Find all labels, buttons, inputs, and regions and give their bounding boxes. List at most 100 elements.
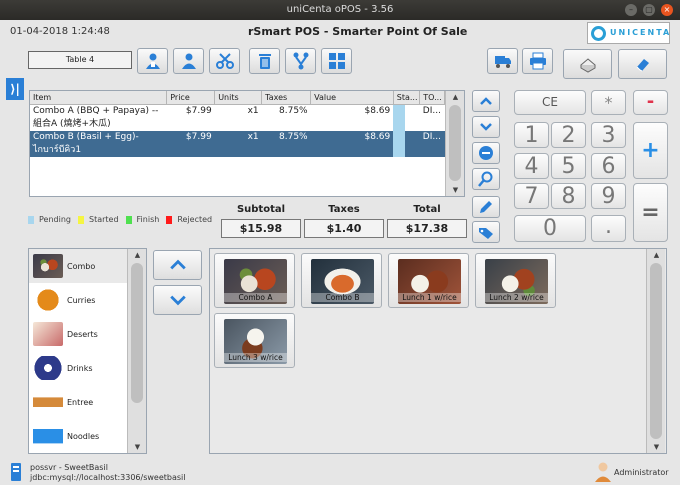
digit-3-key[interactable]: 3 bbox=[591, 122, 626, 148]
rejected-label: Rejected bbox=[177, 215, 213, 224]
product-scrollbar[interactable]: ▲ ▼ bbox=[646, 249, 665, 453]
scroll-thumb[interactable] bbox=[131, 263, 143, 403]
value-cell: $8.69 bbox=[364, 105, 391, 116]
deserts-thumbnail bbox=[33, 322, 63, 346]
window-title: uniCenta oPOS - 3.56 bbox=[286, 4, 394, 15]
ticket-scrollbar[interactable]: ▲ ▼ bbox=[445, 91, 464, 196]
col-value[interactable]: Value bbox=[310, 91, 394, 105]
col-taxes[interactable]: Taxes bbox=[261, 91, 312, 105]
to-cell: DI... bbox=[422, 105, 441, 116]
ce-key[interactable]: CE bbox=[514, 90, 586, 115]
taxes-value: $1.40 bbox=[304, 219, 384, 238]
product-combo-b[interactable]: Combo B bbox=[301, 253, 382, 308]
product-lunch-2[interactable]: Lunch 2 w/rice bbox=[475, 253, 556, 308]
finish-label: Finish bbox=[136, 215, 160, 224]
jdbc-label: jdbc:mysql://localhost:3306/sweetbasil bbox=[30, 473, 186, 482]
taxes-cell: 8.75% bbox=[279, 105, 308, 116]
digit-8-key[interactable]: 8 bbox=[551, 183, 586, 209]
server-label: possvr - SweetBasil bbox=[30, 463, 108, 472]
finish-swatch bbox=[125, 215, 132, 224]
digit-2-key[interactable]: 2 bbox=[551, 122, 586, 148]
product-lunch-1[interactable]: Lunch 1 w/rice bbox=[388, 253, 469, 308]
app-header: 01-04-2018 1:24:48 rSmart POS - Smarter … bbox=[0, 20, 680, 44]
sidebar-toggle-button[interactable]: ⟩| bbox=[6, 78, 24, 100]
scroll-up-icon[interactable]: ▲ bbox=[128, 249, 146, 261]
plus-key[interactable]: + bbox=[633, 122, 668, 179]
digit-6-key[interactable]: 6 bbox=[591, 153, 626, 179]
digit-0-key[interactable]: 0 bbox=[514, 215, 586, 242]
minimize-button[interactable]: – bbox=[625, 4, 637, 16]
digit-4-key[interactable]: 4 bbox=[514, 153, 549, 179]
maximize-button[interactable]: ▢ bbox=[643, 4, 655, 16]
line-up-button[interactable] bbox=[472, 90, 500, 112]
cash-drawer-icon bbox=[579, 58, 596, 73]
tables-button[interactable] bbox=[321, 48, 352, 74]
category-scrollbar[interactable]: ▲ ▼ bbox=[127, 249, 146, 453]
scroll-thumb[interactable] bbox=[449, 105, 461, 181]
item-name: Combo A (BBQ + Papaya) -- bbox=[33, 105, 159, 116]
scroll-down-icon[interactable]: ▼ bbox=[128, 441, 146, 453]
print-button[interactable] bbox=[522, 48, 553, 74]
eraser-icon bbox=[636, 59, 649, 72]
grid-icon bbox=[328, 53, 345, 69]
category-down-button[interactable] bbox=[153, 285, 202, 315]
scroll-thumb[interactable] bbox=[650, 263, 662, 439]
scroll-up-icon[interactable]: ▲ bbox=[647, 249, 666, 261]
equals-key[interactable]: = bbox=[633, 183, 668, 242]
entree-thumbnail bbox=[33, 390, 63, 414]
decimal-key[interactable]: . bbox=[591, 215, 626, 242]
line-down-button[interactable] bbox=[472, 116, 500, 138]
pending-status-indicator bbox=[393, 130, 406, 157]
minus-key[interactable]: - bbox=[633, 90, 668, 115]
product-combo-a[interactable]: Combo A bbox=[214, 253, 295, 308]
user-label[interactable]: Administrator bbox=[614, 468, 669, 477]
col-to[interactable]: TO... bbox=[419, 91, 445, 105]
pending-label: Pending bbox=[39, 215, 71, 224]
digit-7-key[interactable]: 7 bbox=[514, 183, 549, 209]
item-name-alt: 組合A (燒烤+木瓜) bbox=[33, 118, 111, 129]
col-item[interactable]: Item bbox=[30, 91, 168, 105]
delivery-button[interactable] bbox=[487, 48, 518, 74]
multiply-key[interactable]: * bbox=[591, 90, 626, 115]
curries-thumbnail bbox=[33, 288, 63, 312]
total-value: $17.38 bbox=[387, 219, 467, 238]
status-cell bbox=[393, 130, 420, 157]
attributes-button[interactable] bbox=[472, 221, 500, 243]
customer-button[interactable] bbox=[137, 48, 168, 74]
close-button[interactable]: × bbox=[661, 4, 673, 16]
delete-ticket-button[interactable] bbox=[249, 48, 280, 74]
col-price[interactable]: Price bbox=[166, 91, 216, 105]
remove-line-button[interactable] bbox=[472, 142, 500, 164]
search-product-button[interactable] bbox=[472, 168, 500, 190]
product-lunch-3[interactable]: Lunch 3 w/rice bbox=[214, 313, 295, 368]
col-status[interactable]: Sta... bbox=[393, 91, 421, 105]
scroll-up-icon[interactable]: ▲ bbox=[446, 91, 465, 103]
col-units[interactable]: Units bbox=[214, 91, 263, 105]
taxes-label: Taxes bbox=[328, 204, 360, 215]
customer-edit-button[interactable] bbox=[173, 48, 204, 74]
customer-icon bbox=[145, 53, 160, 69]
tag-icon bbox=[479, 228, 493, 239]
chevron-down-icon bbox=[480, 123, 492, 131]
scroll-down-icon[interactable]: ▼ bbox=[446, 184, 465, 196]
digit-5-key[interactable]: 5 bbox=[551, 153, 586, 179]
digit-9-key[interactable]: 9 bbox=[591, 183, 626, 209]
merge-ticket-button[interactable] bbox=[285, 48, 316, 74]
category-up-button[interactable] bbox=[153, 250, 202, 280]
table-field[interactable]: Table 4 bbox=[28, 51, 132, 69]
pending-status-indicator bbox=[393, 104, 406, 131]
value-cell: $8.69 bbox=[310, 130, 394, 157]
digit-1-key[interactable]: 1 bbox=[514, 122, 549, 148]
chevron-up-icon bbox=[169, 259, 186, 270]
edit-line-button[interactable] bbox=[472, 196, 500, 218]
scroll-down-icon[interactable]: ▼ bbox=[647, 441, 666, 453]
units-cell: x1 bbox=[247, 105, 259, 116]
table-row-selected[interactable]: Combo B (Basil + Egg)- ไกบาร์บีคิว1 $7.99… bbox=[30, 130, 445, 157]
drinks-thumbnail bbox=[33, 356, 63, 380]
rejected-swatch bbox=[166, 215, 173, 224]
split-ticket-button[interactable] bbox=[209, 48, 240, 74]
table-row[interactable]: Combo A (BBQ + Papaya) -- 組合A (燒烤+木瓜) $7.… bbox=[30, 104, 445, 131]
eraser-button[interactable] bbox=[618, 49, 667, 79]
scissors-icon bbox=[215, 53, 234, 69]
open-drawer-button[interactable] bbox=[563, 49, 612, 79]
